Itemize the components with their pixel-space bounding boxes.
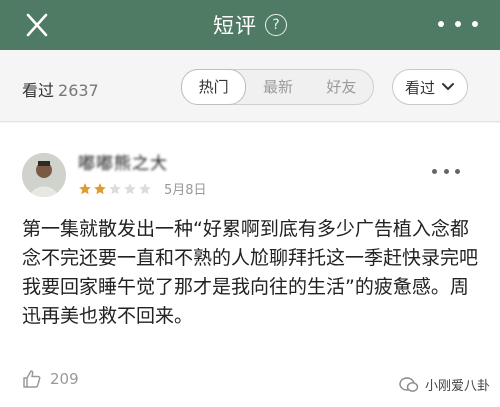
seen-summary: 看过 2637 — [22, 77, 99, 101]
help-icon[interactable]: ? — [265, 14, 287, 36]
star-filled-icon — [94, 182, 106, 194]
review-meta: 5月8日 — [78, 179, 207, 198]
review-text: 第一集就散发出一种“好累啊到底有多少广告植入念都念不完还要一直和不熟的人尬聊拜托… — [22, 218, 479, 327]
review-more-icon[interactable] — [432, 167, 460, 175]
tab-hot[interactable]: 热门 — [181, 69, 247, 105]
seen-dropdown[interactable]: 看过 — [392, 69, 468, 105]
seen-dropdown-label: 看过 — [404, 78, 435, 97]
wechat-icon — [399, 376, 419, 392]
review-card: 嘟嘟熊之大 5月8日 第一集就散发出一种“好累啊到底有多少广告植入念都念不完还要… — [0, 123, 500, 407]
like-count: 209 — [50, 370, 79, 388]
star-filled-icon — [79, 182, 91, 194]
review-date: 5月8日 — [164, 183, 207, 198]
star-empty-icon — [109, 182, 121, 194]
seen-count: 2637 — [58, 81, 99, 100]
watermark: 小刚爱八卦 — [399, 375, 490, 394]
filter-bar: 看过 2637 热门 最新 好友 看过 — [0, 50, 500, 122]
star-empty-icon — [124, 182, 136, 194]
like-button[interactable]: 209 — [22, 369, 79, 389]
tab-latest[interactable]: 最新 — [246, 70, 309, 104]
thumbs-up-icon — [23, 370, 41, 388]
star-empty-icon — [139, 182, 151, 194]
sort-tabs: 热门 最新 好友 — [181, 69, 374, 105]
title-group: 短评 ? — [0, 0, 500, 50]
chevron-down-icon — [442, 83, 454, 90]
more-dots-icon[interactable] — [438, 14, 478, 34]
tab-friends[interactable]: 好友 — [310, 70, 373, 104]
avatar[interactable] — [22, 153, 66, 197]
rating-stars — [78, 182, 152, 196]
page-title: 短评 — [213, 14, 257, 38]
seen-label: 看过 — [22, 81, 55, 100]
watermark-text: 小刚爱八卦 — [424, 379, 490, 394]
top-bar: 短评 ? — [0, 0, 500, 50]
review-username[interactable]: 嘟嘟熊之大 — [78, 149, 168, 174]
